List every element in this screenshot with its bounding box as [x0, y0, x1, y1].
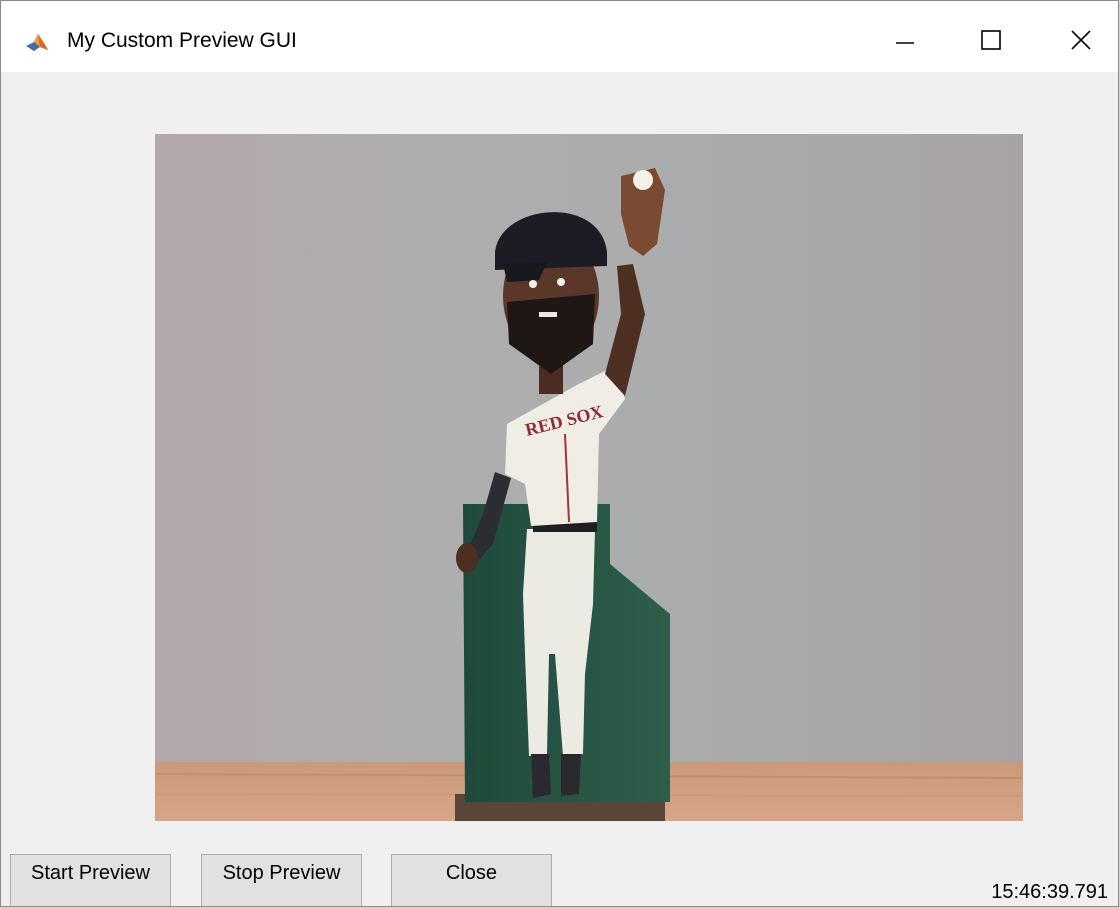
maximize-button[interactable]: [961, 19, 1021, 65]
window-title: My Custom Preview GUI: [67, 29, 297, 52]
stop-preview-button[interactable]: Stop Preview: [201, 854, 362, 906]
close-icon: [1070, 29, 1092, 56]
preview-window: My Custom Preview GUI RED SOX Start Prev…: [0, 0, 1119, 907]
timestamp-label: 15:46:39.791: [991, 881, 1108, 903]
minimize-icon: [895, 30, 915, 55]
minimize-button[interactable]: [875, 19, 935, 65]
title-bar[interactable]: My Custom Preview GUI: [1, 1, 1118, 72]
start-preview-button[interactable]: Start Preview: [10, 854, 171, 906]
close-window-button[interactable]: [1051, 19, 1111, 65]
maximize-icon: [981, 29, 1001, 55]
matlab-logo-icon: [25, 31, 49, 53]
camera-preview-image: RED SOX: [155, 134, 1023, 821]
close-button[interactable]: Close: [391, 854, 552, 906]
